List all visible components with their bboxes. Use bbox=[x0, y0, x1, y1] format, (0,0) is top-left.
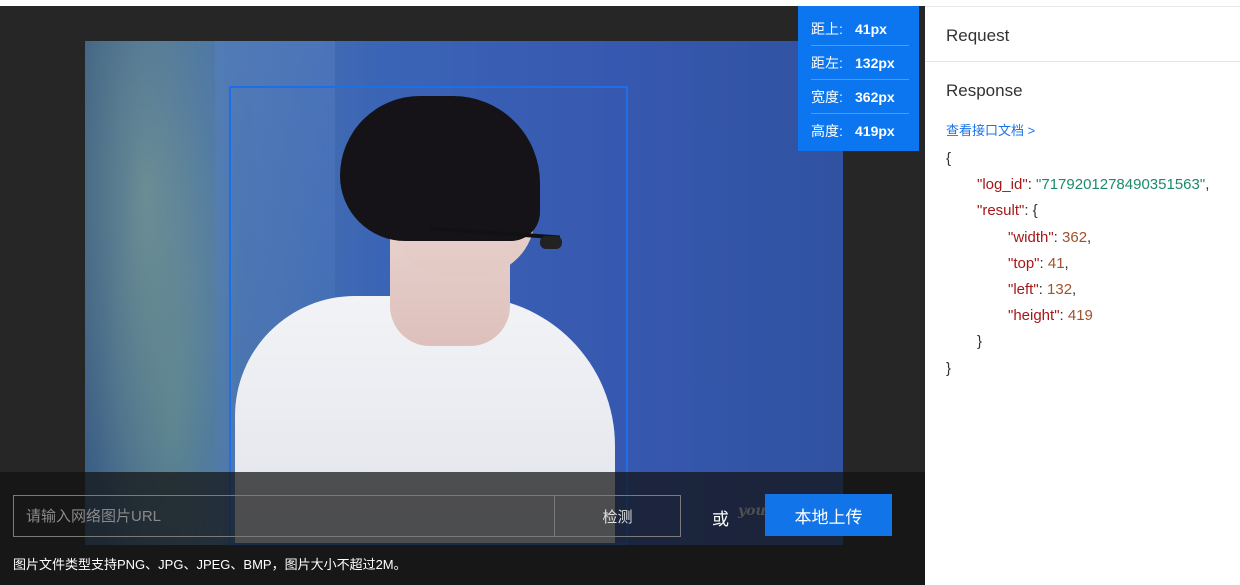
json-key-height: "height" bbox=[1008, 307, 1060, 325]
or-label: 或 bbox=[712, 510, 729, 529]
json-key-result: "result" bbox=[977, 202, 1025, 220]
info-row-width: 宽度: 362px bbox=[811, 80, 909, 114]
json-key-width: "width" bbox=[1008, 228, 1054, 246]
upload-bar: 检测 或 本地上传 图片文件类型支持PNG、JPG、JPEG、BMP，图片大小不… bbox=[0, 472, 925, 585]
file-type-hint: 图片文件类型支持PNG、JPG、JPEG、BMP，图片大小不超过2M。 bbox=[13, 557, 407, 572]
json-open-brace: { bbox=[946, 150, 952, 167]
json-line: "result": { bbox=[977, 202, 1038, 220]
info-width-label: 宽度: bbox=[811, 88, 843, 105]
info-left-label: 距左: bbox=[811, 54, 843, 71]
json-result-close-brace: } bbox=[977, 333, 983, 351]
info-row-height: 高度: 419px bbox=[811, 114, 909, 148]
sidebar-top-border bbox=[925, 6, 1240, 7]
detection-info-box: 距上: 41px 距左: 132px 宽度: 362px 高度: 419px bbox=[798, 6, 919, 151]
json-line: "left": 132, bbox=[1008, 280, 1077, 298]
photo-background-bokeh bbox=[85, 41, 235, 545]
response-title: Response bbox=[946, 81, 1023, 100]
info-row-left: 距左: 132px bbox=[811, 46, 909, 80]
json-value-log-id: "7179201278490351563" bbox=[1036, 176, 1206, 194]
response-json: { "log_id": "7179201278490351563", "resu… bbox=[946, 146, 1209, 382]
image-url-input[interactable] bbox=[13, 495, 555, 537]
info-row-top: 距上: 41px bbox=[811, 12, 909, 46]
json-value-width: 362 bbox=[1062, 228, 1088, 246]
info-height-label: 高度: bbox=[811, 123, 843, 139]
json-line: "width": 362, bbox=[1008, 228, 1092, 246]
json-value-top: 41 bbox=[1047, 254, 1065, 272]
result-sidebar: Request Response 查看接口文档 > { "log_id": "7… bbox=[925, 6, 1240, 585]
json-line: "height": 419 bbox=[1008, 307, 1093, 325]
info-width-value: 362px bbox=[855, 88, 895, 105]
detect-button[interactable]: 检测 bbox=[554, 495, 681, 537]
json-line: { bbox=[946, 146, 1209, 172]
api-doc-link[interactable]: 查看接口文档 > bbox=[946, 120, 1035, 139]
request-title: Request bbox=[946, 26, 1010, 45]
json-value-height: 419 bbox=[1067, 307, 1093, 325]
json-line: } bbox=[946, 356, 1209, 382]
json-key-left: "left" bbox=[1008, 280, 1039, 298]
json-value-left: 132 bbox=[1047, 280, 1073, 298]
json-line: "top": 41, bbox=[1008, 254, 1069, 272]
info-top-value: 41px bbox=[855, 20, 887, 37]
local-upload-button[interactable]: 本地上传 bbox=[765, 494, 892, 536]
sidebar-divider bbox=[925, 61, 1240, 62]
demo-panel: you 距上: 41px 距左: 132px 宽度: 362px 高度: 419… bbox=[0, 6, 925, 585]
json-key-top: "top" bbox=[1008, 254, 1040, 272]
json-line: "log_id": "7179201278490351563", bbox=[977, 176, 1210, 194]
json-key-log-id: "log_id" bbox=[977, 176, 1028, 194]
json-close-brace: } bbox=[946, 359, 952, 377]
info-top-label: 距上: bbox=[811, 20, 843, 37]
info-left-value: 132px bbox=[855, 54, 895, 71]
info-height-value: 419px bbox=[855, 123, 895, 139]
json-line: } bbox=[946, 329, 1209, 355]
